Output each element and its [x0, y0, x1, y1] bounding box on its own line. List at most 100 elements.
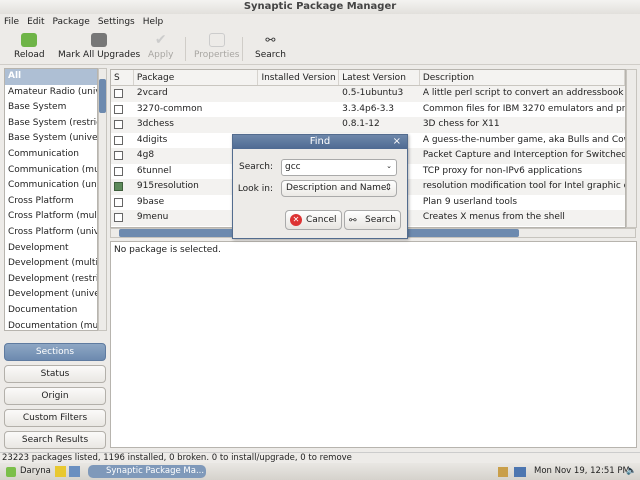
status-checkbox[interactable] — [114, 135, 123, 145]
chevron-down-icon[interactable]: ⌄ — [386, 162, 392, 170]
column-description[interactable]: Description — [420, 70, 625, 85]
title-bar: Synaptic Package Manager — [0, 0, 640, 14]
clock[interactable]: Mon Nov 19, 12:51 PM — [534, 463, 630, 480]
user-menu[interactable]: Daryna — [20, 463, 51, 480]
find-search-button[interactable]: ⚯ Search — [344, 210, 401, 230]
description: TCP proxy for non-IPv6 applications — [422, 165, 583, 176]
menu-file[interactable]: File — [4, 14, 19, 30]
search-combo[interactable]: gcc ⌄ — [281, 159, 397, 176]
section-item[interactable]: Development (multiverse) — [5, 256, 97, 272]
close-icon[interactable]: × — [393, 135, 401, 149]
search-input[interactable]: gcc — [285, 162, 301, 172]
sections-button[interactable]: Sections — [4, 343, 106, 361]
section-item[interactable]: Communication (universe) — [5, 178, 97, 194]
section-item[interactable]: Base System — [5, 100, 97, 116]
updown-icon: ⇕ — [384, 183, 392, 193]
description: Common files for IBM 3270 emulators and … — [422, 103, 625, 114]
section-item[interactable]: Cross Platform (multiverse) — [5, 209, 97, 225]
volume-icon[interactable]: 🔈 — [626, 463, 637, 480]
cancel-button[interactable]: ✕ Cancel — [285, 210, 342, 230]
section-item[interactable]: Communication (multiverse) — [5, 163, 97, 179]
taskbar: Daryna Synaptic Package Ma... Mon Nov 19… — [0, 463, 640, 480]
section-item[interactable]: Base System (restricted) — [5, 116, 97, 132]
section-item[interactable]: All — [5, 69, 97, 85]
checkmark-icon: ✔ — [154, 32, 167, 48]
custom-filters-button[interactable]: Custom Filters — [4, 409, 106, 427]
description: Plan 9 userland tools — [422, 196, 518, 207]
toolbar: Reload Mark All Upgrades ✔ Apply Properti… — [0, 31, 640, 65]
mark-upgrades-icon — [91, 33, 108, 47]
description: A guess-the-number game, aka Bulls and C… — [422, 134, 625, 145]
package-table-vscrollbar[interactable] — [626, 69, 637, 228]
search-button[interactable]: ⚯ Search — [255, 33, 286, 60]
update-icon[interactable] — [498, 467, 508, 477]
apply-button[interactable]: ✔ Apply — [148, 33, 173, 60]
find-dialog-title: Find × — [233, 135, 407, 149]
search-label: Search: — [239, 162, 273, 172]
find-dialog: Find × Search: gcc ⌄ Look in: Description… — [232, 134, 408, 239]
section-item[interactable]: Development (restricted) — [5, 272, 97, 288]
description: resolution modification tool for Intel g… — [422, 181, 625, 191]
menu-edit[interactable]: Edit — [27, 14, 44, 30]
status-checkbox[interactable] — [114, 104, 123, 114]
reload-button[interactable]: Reload — [14, 33, 45, 60]
status-button[interactable]: Status — [4, 365, 106, 383]
status-checkbox[interactable] — [114, 151, 123, 160]
network-icon[interactable] — [514, 467, 526, 477]
status-checkbox[interactable] — [114, 213, 123, 222]
section-item[interactable]: Communication — [5, 147, 97, 163]
section-item[interactable]: Documentation (multiverse) — [5, 319, 97, 331]
desktop-icon[interactable] — [69, 466, 80, 477]
lookin-label: Look in: — [237, 184, 273, 194]
table-row[interactable]: 2vcard 0.5-1ubuntu3 A little perl script t… — [111, 86, 625, 102]
description: Packet Capture and Interception for Swit… — [422, 150, 625, 160]
properties-icon — [208, 33, 225, 47]
table-header: S Package Installed Version Latest Versi… — [111, 70, 625, 86]
lookin-select[interactable]: Description and Name ⇕ — [281, 180, 397, 197]
column-latest-version[interactable]: Latest Version — [339, 70, 420, 85]
reload-icon — [21, 33, 38, 47]
status-checkbox[interactable] — [114, 182, 123, 191]
section-list[interactable]: AllAmateur Radio (universe)Base SystemBa… — [4, 68, 98, 331]
origin-button[interactable]: Origin — [4, 387, 106, 405]
menu-icon[interactable] — [6, 467, 16, 477]
cancel-icon: ✕ — [290, 214, 302, 226]
section-item[interactable]: Base System (universe) — [5, 131, 97, 147]
package-name: 2vcard — [136, 88, 168, 98]
notes-icon[interactable] — [55, 466, 66, 477]
status-checkbox[interactable] — [114, 166, 123, 176]
search-results-button[interactable]: Search Results — [4, 431, 106, 449]
description: A little perl script to convert an addre… — [422, 88, 625, 98]
package-name: 3dchess — [136, 119, 174, 129]
column-package[interactable]: Package — [134, 70, 259, 85]
section-item[interactable]: Amateur Radio (universe) — [5, 85, 97, 101]
menu-settings[interactable]: Settings — [98, 14, 135, 30]
latest-version: 0.8.1-12 — [342, 119, 380, 129]
section-item[interactable]: Cross Platform — [5, 194, 97, 210]
section-item[interactable]: Development (universe) — [5, 287, 97, 303]
latest-version: 3.3.4p6-3.3 — [342, 103, 395, 114]
latest-version: 0.5-1ubuntu3 — [342, 88, 404, 98]
section-list-scrollbar[interactable] — [98, 68, 107, 331]
menu-package[interactable]: Package — [53, 14, 90, 30]
table-row[interactable]: 3270-common 3.3.4p6-3.3 Common files for I… — [111, 102, 625, 118]
section-item[interactable]: Documentation — [5, 303, 97, 319]
status-checkbox[interactable] — [114, 197, 123, 207]
table-row[interactable]: 3dchess 0.8.1-12 3D chess for X11 — [111, 117, 625, 133]
menu-help[interactable]: Help — [143, 14, 164, 30]
column-installed-version[interactable]: Installed Version — [258, 70, 340, 85]
status-checkbox[interactable] — [114, 89, 123, 98]
column-status[interactable]: S — [111, 70, 134, 85]
package-name: 3270-common — [136, 103, 203, 114]
section-item[interactable]: Cross Platform (universe) — [5, 225, 97, 241]
installed-version — [258, 86, 339, 102]
installed-version — [258, 117, 339, 133]
taskbar-synaptic[interactable]: Synaptic Package Ma... — [88, 465, 206, 478]
status-checkbox[interactable] — [114, 120, 123, 129]
status-bar: 23223 packages listed, 1196 installed, 0… — [0, 452, 640, 463]
package-details: No package is selected. — [110, 241, 637, 448]
mark-all-upgrades-button[interactable]: Mark All Upgrades — [58, 33, 140, 60]
properties-button[interactable]: Properties — [194, 33, 239, 60]
binoculars-icon: ⚯ — [265, 33, 276, 47]
section-item[interactable]: Development — [5, 241, 97, 257]
